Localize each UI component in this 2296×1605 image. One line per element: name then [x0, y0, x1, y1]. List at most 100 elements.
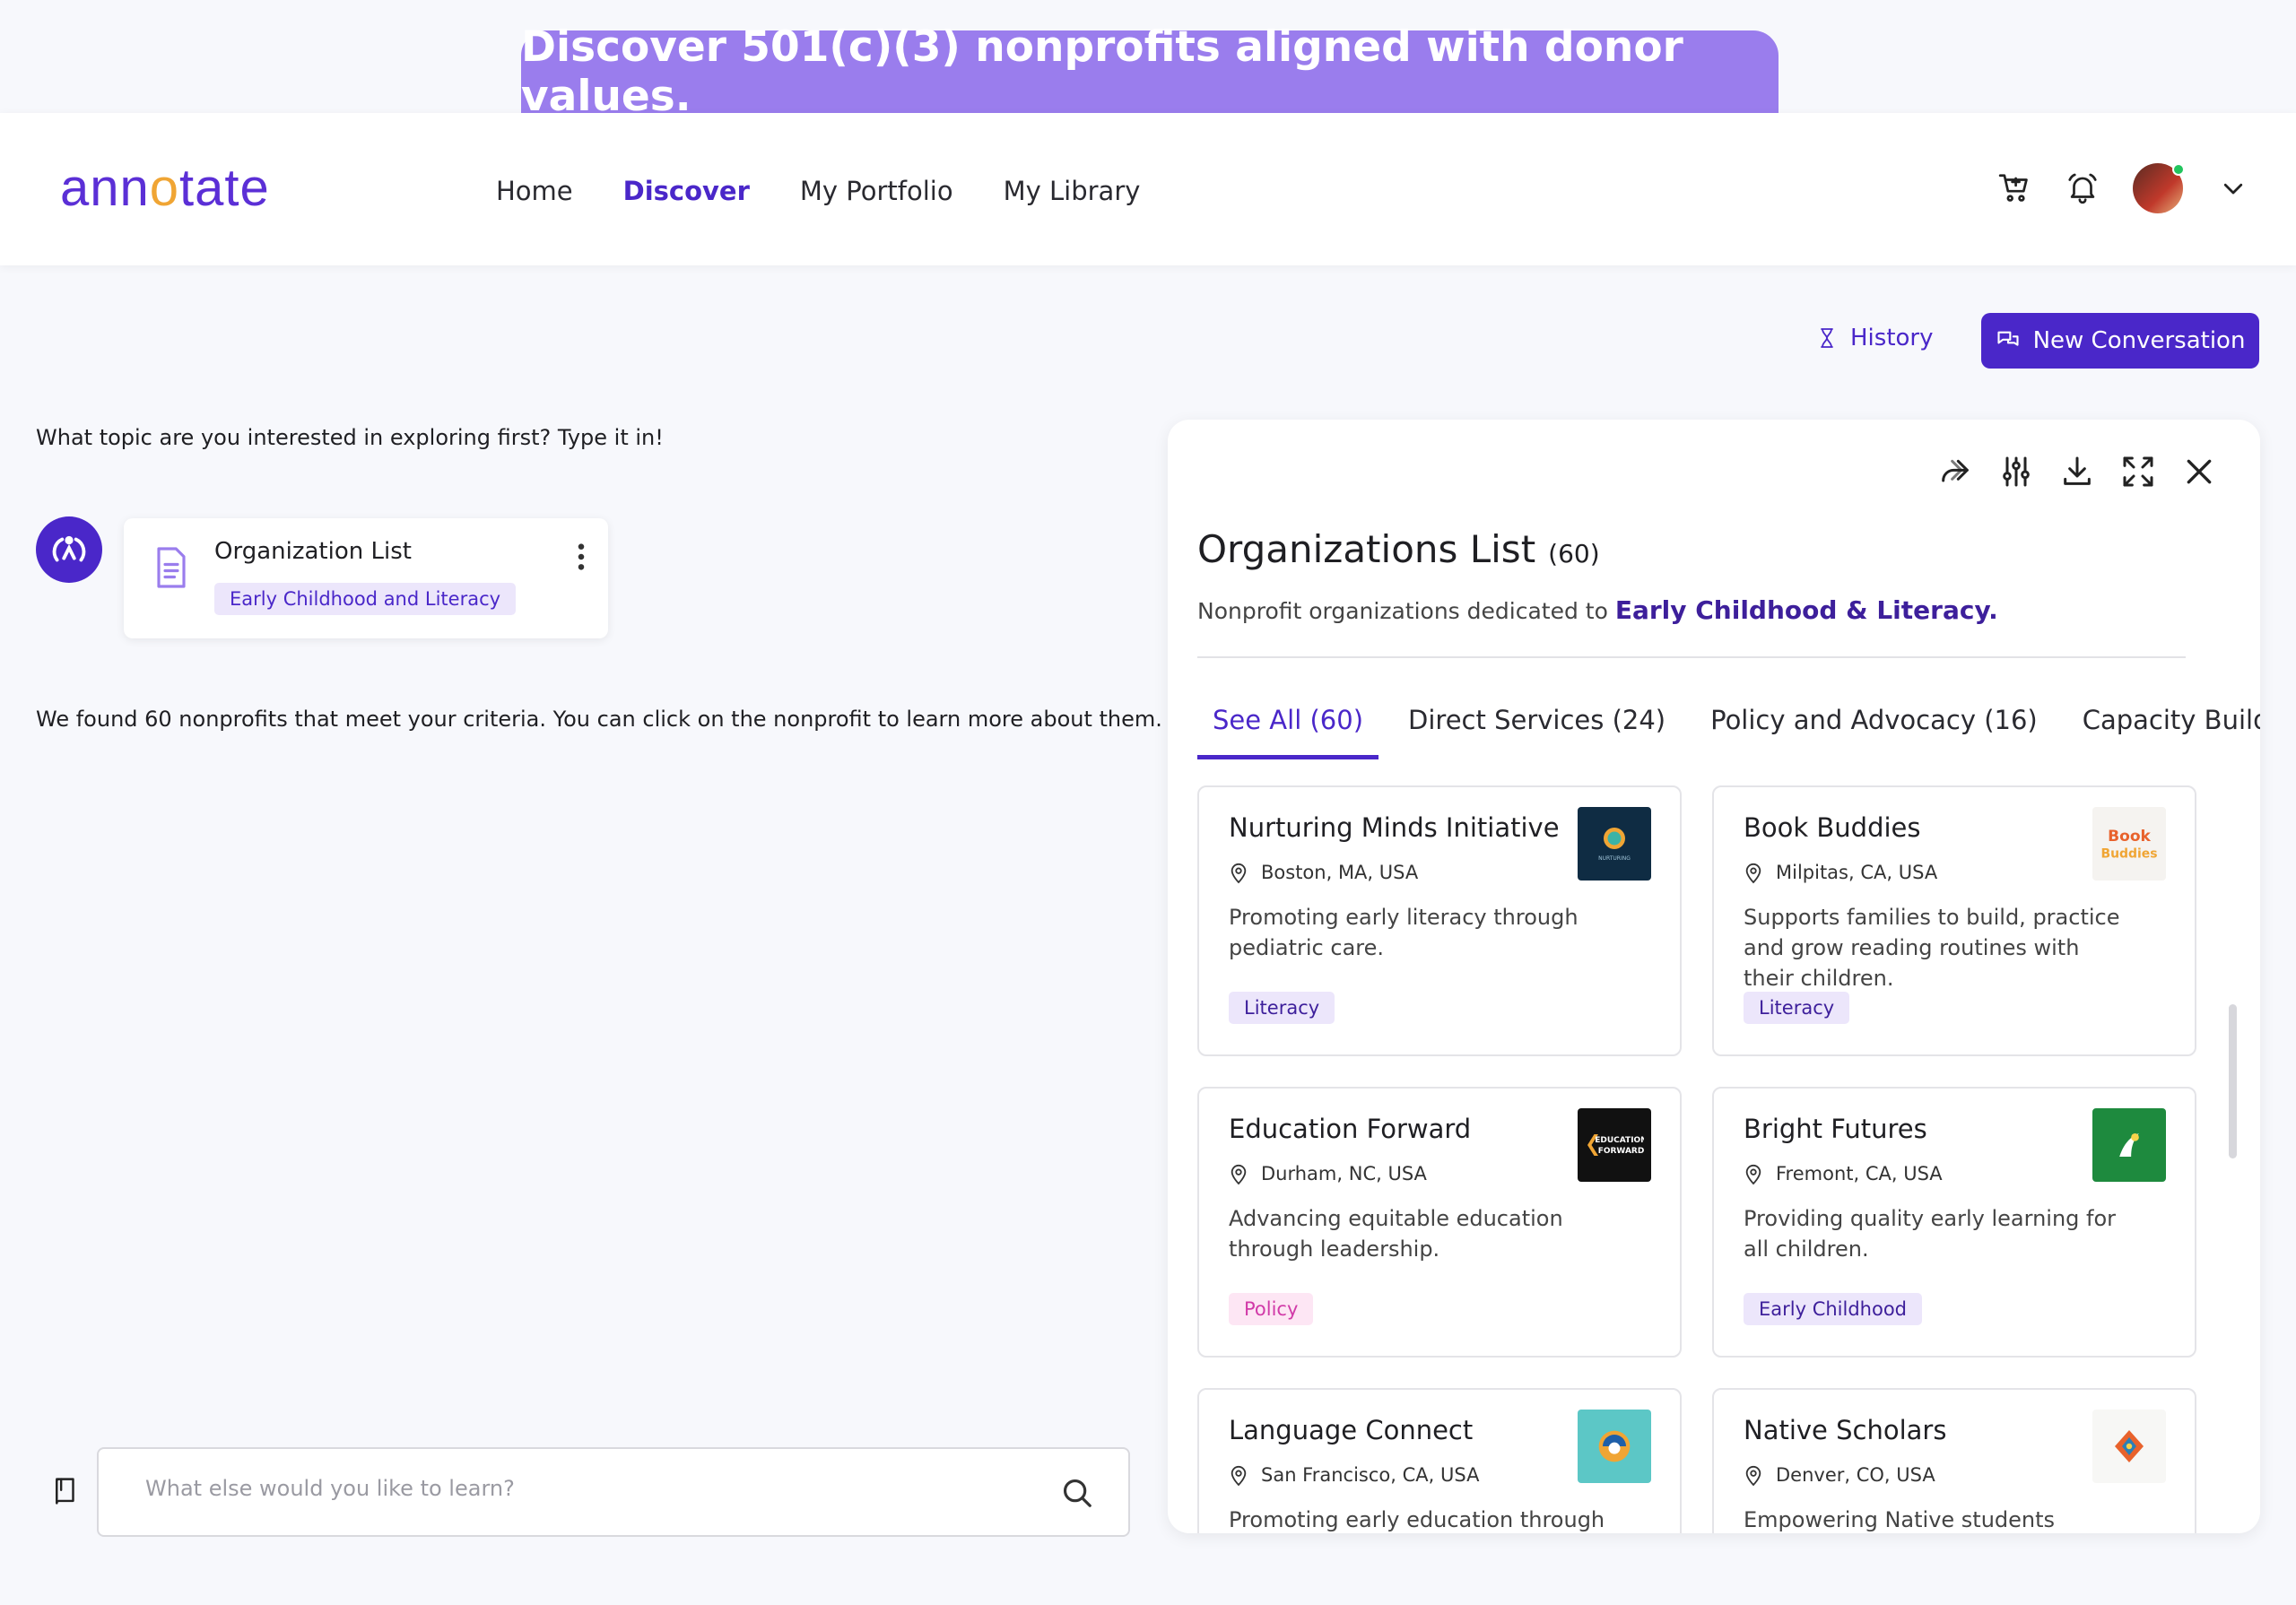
panel-count: (60): [1548, 539, 1600, 568]
tab-capacity-building[interactable]: Capacity Building (20): [2067, 705, 2260, 759]
results-summary: We found 60 nonprofits that meet your cr…: [36, 707, 1162, 732]
org-logo: Book Buddies: [2092, 807, 2166, 881]
banner-text: Discover 501(c)(3) nonprofits aligned wi…: [521, 22, 1683, 121]
assistant-avatar: [36, 516, 102, 583]
org-location: Boston, MA, USA: [1229, 861, 1418, 884]
top-navigation-bar: annotate Home Discover My Portfolio My L…: [0, 113, 2296, 265]
org-description: Supports families to build, practice and…: [1744, 905, 2120, 991]
filter-sliders-icon[interactable]: [1998, 454, 2034, 490]
org-location-text: Durham, NC, USA: [1261, 1163, 1427, 1184]
document-icon: [157, 547, 186, 588]
svg-text:EDUCATION: EDUCATION: [1595, 1136, 1644, 1145]
org-category-badge: Literacy: [1744, 992, 1850, 1024]
org-description: Providing quality early learning for all…: [1744, 1206, 2117, 1262]
nav-discover[interactable]: Discover: [623, 176, 750, 206]
location-pin-icon: [1231, 1164, 1247, 1185]
svg-text:Buddies: Buddies: [2101, 847, 2157, 862]
panel-subtitle: Nonprofit organizations dedicated to Ear…: [1197, 595, 1998, 625]
svg-text:NURTURING: NURTURING: [1598, 855, 1631, 862]
nav-home[interactable]: Home: [496, 176, 573, 206]
cart-icon[interactable]: [1996, 170, 2032, 206]
org-card[interactable]: Book Buddies Book Buddies Milpitas, CA, U…: [1712, 785, 2196, 1056]
org-logo: [1578, 1410, 1651, 1483]
org-category-badge: Literacy: [1229, 992, 1335, 1024]
more-options-icon[interactable]: [576, 542, 587, 572]
organization-list-card[interactable]: Organization List Early Childhood and Li…: [124, 518, 608, 638]
hourglass-icon: [1821, 328, 1833, 348]
annotate-logo[interactable]: annotate: [60, 158, 270, 218]
logo-text-part: ann: [60, 159, 150, 217]
org-description: Advancing equitable education through le…: [1229, 1206, 1563, 1262]
org-name: Bright Futures: [1744, 1114, 1927, 1144]
logo-text-part: tate: [179, 159, 270, 217]
panel-title: Organizations List (60): [1197, 527, 1600, 571]
promo-banner: Discover 501(c)(3) nonprofits aligned wi…: [521, 22, 1779, 121]
close-icon[interactable]: [2181, 454, 2217, 490]
org-description: Promoting early literacy through pediatr…: [1229, 905, 1578, 960]
chat-input[interactable]: [145, 1476, 1042, 1501]
page: Discover 501(c)(3) nonprofits aligned wi…: [0, 0, 2296, 1605]
org-category-badge: Early Childhood: [1744, 1293, 1923, 1325]
org-name: Language Connect: [1229, 1415, 1474, 1445]
chevron-down-icon[interactable]: [2215, 170, 2251, 206]
user-avatar[interactable]: [2133, 163, 2185, 213]
org-location: Milpitas, CA, USA: [1744, 861, 1937, 884]
location-pin-icon: [1745, 863, 1761, 884]
svg-text:Book: Book: [2108, 828, 2151, 846]
org-name: Education Forward: [1229, 1114, 1472, 1144]
chat-input-box: [97, 1447, 1130, 1537]
search-icon[interactable]: [1060, 1476, 1094, 1510]
org-card-title: Organization List: [214, 538, 412, 565]
tab-policy-and-advocacy[interactable]: Policy and Advocacy (16): [1695, 705, 2053, 759]
tab-direct-services[interactable]: Direct Services (24): [1393, 705, 1681, 759]
location-pin-icon: [1231, 1465, 1247, 1487]
org-name: Nurturing Minds Initiative: [1229, 812, 1560, 843]
online-status-dot: [2172, 163, 2185, 176]
nav-my-library[interactable]: My Library: [1004, 176, 1141, 206]
org-location-text: San Francisco, CA, USA: [1261, 1464, 1480, 1486]
org-card[interactable]: Bright Futures Fremont, CA, USA Providin…: [1712, 1087, 2196, 1358]
book-icon[interactable]: [52, 1476, 79, 1506]
assistant-prompt: What topic are you interested in explori…: [36, 425, 664, 450]
history-button[interactable]: History: [1816, 325, 1934, 351]
org-location: San Francisco, CA, USA: [1229, 1463, 1479, 1487]
location-pin-icon: [1745, 1465, 1761, 1487]
new-conversation-button[interactable]: New Conversation: [1981, 313, 2259, 369]
location-pin-icon: [1231, 863, 1247, 884]
panel-divider: [1197, 656, 2186, 658]
org-location: Denver, CO, USA: [1744, 1463, 1935, 1487]
org-name: Book Buddies: [1744, 812, 1921, 843]
share-icon[interactable]: [1937, 454, 1973, 490]
org-location: Durham, NC, USA: [1229, 1162, 1427, 1185]
nav-my-portfolio[interactable]: My Portfolio: [800, 176, 953, 206]
download-icon[interactable]: [2059, 454, 2095, 490]
org-card[interactable]: Language Connect San Francisco, CA, USA …: [1197, 1388, 1682, 1533]
header-icons: [1996, 163, 2251, 213]
org-logo: EDUCATION FORWARD: [1578, 1108, 1651, 1182]
org-card[interactable]: Nurturing Minds Initiative NURTURING Bos…: [1197, 785, 1682, 1056]
org-card[interactable]: Education Forward EDUCATION FORWARD Durha…: [1197, 1087, 1682, 1358]
expand-icon[interactable]: [2120, 454, 2156, 490]
new-conversation-label: New Conversation: [2032, 327, 2246, 354]
panel-scrollbar[interactable]: [2229, 1004, 2237, 1158]
org-location-text: Milpitas, CA, USA: [1776, 862, 1938, 883]
logo-text-o: o: [149, 159, 180, 217]
org-location-text: Boston, MA, USA: [1261, 862, 1419, 883]
tab-see-all[interactable]: See All (60): [1197, 705, 1379, 759]
org-logo: [2092, 1410, 2166, 1483]
org-description: Promoting early education through: [1229, 1507, 1605, 1532]
bell-icon[interactable]: [2065, 170, 2100, 206]
org-location: Fremont, CA, USA: [1744, 1162, 1943, 1185]
org-logo: [2092, 1108, 2166, 1182]
organizations-panel: Organizations List (60) Nonprofit organiz…: [1168, 420, 2260, 1533]
org-name: Native Scholars: [1744, 1415, 1947, 1445]
org-logo: NURTURING: [1578, 807, 1651, 881]
org-description: Empowering Native students through: [1744, 1507, 2056, 1532]
org-card[interactable]: Native Scholars Denver, CO, USA Empoweri…: [1712, 1388, 2196, 1533]
history-label: History: [1850, 325, 1934, 351]
chat-bubbles-icon: [1997, 331, 2019, 346]
category-tabs: See All (60) Direct Services (24) Policy…: [1197, 705, 2260, 759]
panel-title-text: Organizations List: [1197, 527, 1536, 571]
org-location-text: Denver, CO, USA: [1776, 1464, 1935, 1486]
org-category-badge: Policy: [1229, 1293, 1314, 1325]
